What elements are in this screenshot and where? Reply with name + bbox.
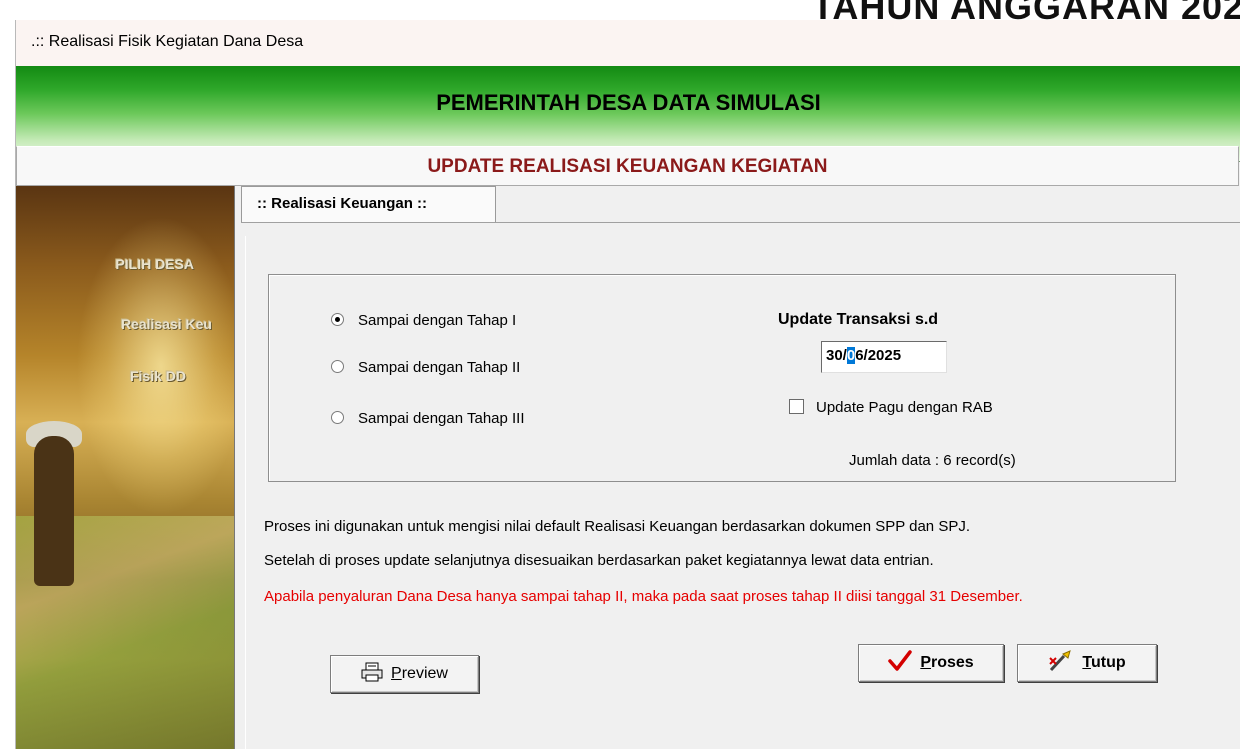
checkbox-label: Update Pagu dengan RAB <box>816 399 993 416</box>
tab-realisasi-keuangan[interactable]: :: Realisasi Keuangan :: <box>241 186 496 222</box>
title-bar: .:: Realisasi Fisik Kegiatan Dana Desa <box>16 20 1240 66</box>
tutup-mnemonic: T <box>1082 654 1091 671</box>
radio-label: Sampai dengan Tahap III <box>358 410 525 427</box>
date-part-after: 6/2025 <box>855 347 902 364</box>
radio-label: Sampai dengan Tahap I <box>358 312 517 329</box>
date-input[interactable]: 30/06/2025 <box>821 341 947 373</box>
tab-strip: :: Realisasi Keuangan :: <box>241 186 1240 223</box>
tab-content: Sampai dengan Tahap I Sampai dengan Taha… <box>245 236 1240 749</box>
info-line-2: Setelah di proses update selanjutnya dis… <box>264 552 934 569</box>
tutup-label: utup <box>1090 654 1126 671</box>
radio-tahap-3[interactable]: Sampai dengan Tahap III <box>331 410 525 427</box>
radio-tahap-1[interactable]: Sampai dengan Tahap I <box>331 312 516 329</box>
header-title: PEMERINTAH DESA DATA SIMULASI <box>436 90 821 115</box>
update-transaksi-label: Update Transaksi s.d <box>778 311 939 328</box>
app-window: .:: Realisasi Fisik Kegiatan Dana Desa P… <box>15 20 1240 749</box>
sidebar-image: PILIH DESA Realisasi Keu Fisik DD <box>16 186 235 749</box>
sidebar-item-realisasi-keu[interactable]: Realisasi Keu <box>16 316 234 332</box>
tutup-button[interactable]: Tutup <box>1017 644 1157 682</box>
printer-icon <box>361 662 383 686</box>
preview-button[interactable]: Preview <box>330 655 479 693</box>
checkbox-box-icon <box>789 399 804 414</box>
record-count: Jumlah data : 6 record(s) <box>849 452 1016 469</box>
radio-unchecked-icon <box>331 411 344 424</box>
close-wand-icon <box>1048 650 1074 676</box>
proses-label: roses <box>930 654 974 671</box>
sidebar-item-fisik-dd[interactable]: Fisik DD <box>16 368 234 384</box>
radio-checked-icon <box>331 313 344 326</box>
farmer-figure <box>34 436 74 586</box>
tab-label: :: Realisasi Keuangan :: <box>257 195 428 212</box>
proses-button[interactable]: Proses <box>858 644 1004 682</box>
preview-mnemonic: P <box>391 665 402 682</box>
radio-unchecked-icon <box>331 360 344 373</box>
window-title: .:: Realisasi Fisik Kegiatan Dana Desa <box>31 33 304 50</box>
warning-line: Apabila penyaluran Dana Desa hanya sampa… <box>264 588 1023 605</box>
radio-label: Sampai dengan Tahap II <box>358 359 521 376</box>
checkmark-icon <box>888 650 913 676</box>
radio-tahap-2[interactable]: Sampai dengan Tahap II <box>331 359 520 376</box>
update-pagu-checkbox[interactable]: Update Pagu dengan RAB <box>789 399 993 416</box>
date-part-selected: 0 <box>846 347 856 364</box>
preview-label: review <box>401 665 448 682</box>
date-part-before: 30/ <box>826 347 847 364</box>
subheader-banner: UPDATE REALISASI KEUANGAN KEGIATAN <box>16 146 1239 186</box>
info-line-1: Proses ini digunakan untuk mengisi nilai… <box>264 518 970 535</box>
sidebar-item-pilih-desa[interactable]: PILIH DESA <box>16 256 234 272</box>
subheader-title: UPDATE REALISASI KEUANGAN KEGIATAN <box>427 156 828 177</box>
proses-mnemonic: P <box>920 654 931 671</box>
options-group: Sampai dengan Tahap I Sampai dengan Taha… <box>268 274 1176 482</box>
